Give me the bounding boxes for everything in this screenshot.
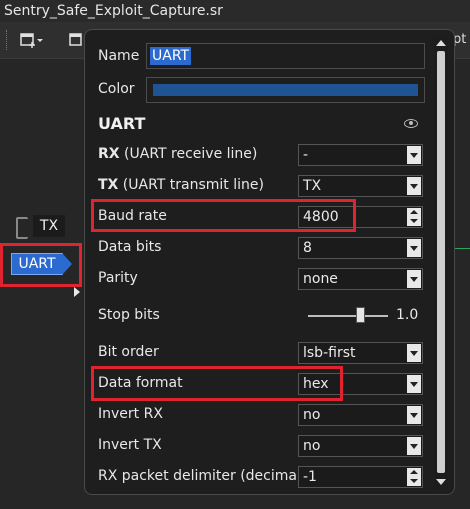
stop-bits-value: 1.0 — [396, 307, 419, 323]
bit-order-label: Bit order — [98, 344, 159, 360]
rx-select[interactable]: - — [298, 144, 423, 166]
bit-order-select[interactable]: lsb-first — [298, 342, 423, 364]
rx-delimiter-value: -1 — [303, 469, 317, 485]
rx-label: RX (UART receive line) — [98, 146, 258, 162]
scroll-down-icon[interactable] — [436, 479, 446, 485]
invert-rx-label: Invert RX — [98, 406, 163, 422]
parity-select[interactable]: none — [298, 268, 423, 290]
add-window-icon — [20, 33, 43, 48]
eye-icon[interactable] — [404, 119, 418, 128]
invert-rx-select[interactable]: no — [298, 404, 423, 426]
baud-rate-highlight — [91, 199, 356, 232]
tx-trace-label[interactable]: TX — [33, 215, 65, 237]
name-input[interactable]: UART — [146, 43, 425, 69]
data-format-highlight — [91, 366, 343, 401]
toolbar-overflow-text: pt — [453, 32, 467, 47]
chevron-down-icon[interactable] — [407, 239, 421, 257]
color-label: Color — [98, 81, 135, 97]
signal-trace-line — [454, 248, 470, 249]
tx-select-value: TX — [303, 178, 322, 194]
data-bits-select[interactable]: 8 — [298, 237, 423, 259]
name-label: Name — [98, 48, 140, 64]
chevron-down-icon[interactable] — [407, 437, 421, 455]
parity-value: none — [303, 271, 338, 287]
decoder-section-title: UART — [98, 114, 146, 133]
add-device-button[interactable] — [18, 29, 44, 51]
window-icon — [69, 33, 82, 46]
invert-tx-select[interactable]: no — [298, 435, 423, 457]
tx-select[interactable]: TX — [298, 175, 423, 197]
invert-tx-value: no — [303, 438, 321, 454]
chevron-down-icon[interactable] — [407, 375, 421, 393]
spin-arrows-icon[interactable] — [407, 468, 421, 486]
stop-bits-slider-handle[interactable] — [356, 307, 365, 323]
chevron-down-icon[interactable] — [407, 177, 421, 195]
data-bits-label: Data bits — [98, 239, 162, 255]
invert-tx-label: Invert TX — [98, 437, 162, 453]
invert-rx-value: no — [303, 407, 321, 423]
trace-bracket-icon — [16, 217, 28, 239]
data-bits-value: 8 — [303, 240, 312, 256]
chevron-down-icon[interactable] — [407, 406, 421, 424]
open-window-button[interactable] — [68, 29, 84, 51]
uart-decoder-tag[interactable]: UART — [11, 253, 63, 275]
rx-delimiter-spinbox[interactable]: -1 — [298, 466, 423, 488]
rx-select-value: - — [303, 147, 309, 163]
scroll-up-icon[interactable] — [436, 40, 446, 46]
rx-delimiter-label: RX packet delimiter (decimal) — [98, 468, 307, 484]
chevron-down-icon[interactable] — [407, 146, 421, 164]
spin-arrows-icon[interactable] — [407, 208, 421, 226]
scrollbar-thumb[interactable] — [437, 51, 445, 473]
color-swatch — [153, 84, 418, 96]
chevron-down-icon[interactable] — [407, 270, 421, 288]
popup-scrollbar[interactable] — [434, 37, 448, 489]
window-title: Sentry_Safe_Exploit_Capture.sr — [0, 0, 470, 22]
tx-label: TX (UART transmit line) — [98, 177, 264, 193]
stop-bits-label: Stop bits — [98, 307, 160, 323]
uart-tag-arrow-icon — [62, 253, 72, 275]
bit-order-value: lsb-first — [303, 345, 356, 361]
name-input-value: UART — [150, 47, 192, 65]
stop-bits-slider-track[interactable] — [308, 315, 388, 317]
color-picker[interactable] — [146, 77, 425, 103]
toolbar-grip[interactable] — [6, 30, 11, 50]
expand-triangle-icon[interactable] — [74, 287, 80, 297]
parity-label: Parity — [98, 270, 138, 286]
chevron-down-icon[interactable] — [407, 344, 421, 362]
